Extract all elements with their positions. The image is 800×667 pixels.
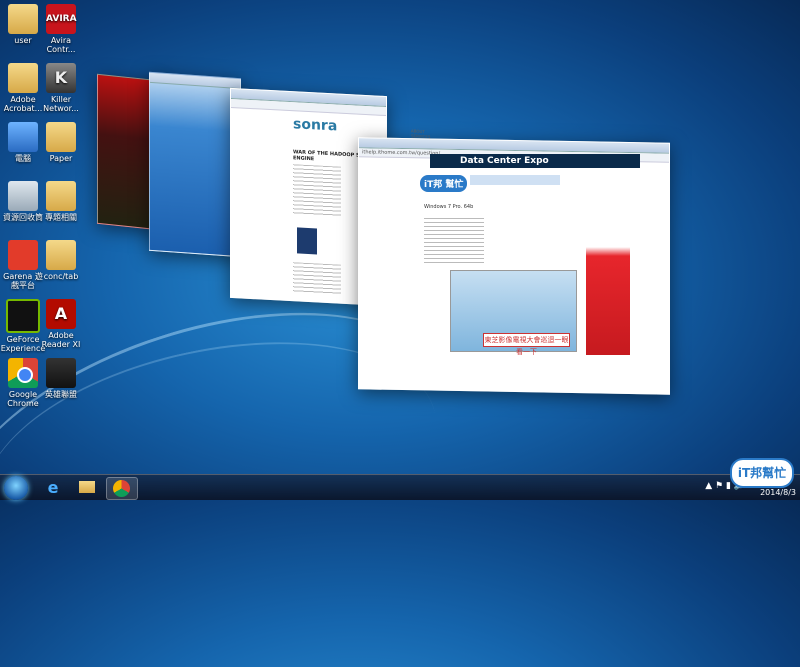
folder-icon (79, 481, 95, 493)
question-text: Windows 7 Pro. 64b (424, 204, 474, 210)
side-advertisement[interactable] (586, 175, 630, 355)
nvidia-icon (6, 299, 40, 333)
game-icon (46, 358, 76, 388)
taskbar: e ▲ ⚑ ▮ 🔊 2014/8/3 (0, 474, 800, 500)
desktop-icon-label: Avira Contr... (46, 36, 76, 54)
site-menu[interactable] (470, 175, 560, 185)
explorer-taskbar-button[interactable] (72, 477, 102, 498)
folder-icon (46, 122, 76, 152)
window-flip-desktop[interactable] (149, 71, 241, 258)
desktop-icon-label: 專題相關 (45, 213, 77, 222)
question-body (424, 218, 484, 263)
window-titlebar[interactable] (150, 72, 240, 90)
article-text (293, 164, 341, 217)
avira-icon: AVIRA (46, 4, 77, 34)
bin-icon (8, 181, 38, 211)
desktop-icon-folder[interactable]: conc/tab (38, 240, 84, 281)
chrome-icon (8, 358, 38, 388)
desktop-icon-label: conc/tab (43, 272, 79, 281)
killer-icon: K (46, 63, 76, 93)
chrome-icon (113, 480, 130, 497)
folder-icon (8, 63, 38, 93)
desktop-icon-label: Paper (49, 154, 73, 163)
desktop-icon-label: Killer Networ... (43, 95, 79, 113)
desktop-icon-killer[interactable]: K Killer Networ... (38, 63, 84, 113)
folder-icon (46, 181, 76, 211)
book-cover (297, 227, 317, 255)
desktop-icon-folder[interactable]: Paper (38, 122, 84, 163)
watermark-logo: iT邦幫忙 (730, 458, 794, 488)
desktop-icon-label: Adobe Reader XI (41, 331, 81, 349)
ithelp-logo[interactable]: iT邦 幫忙 (420, 175, 468, 192)
folder-icon (46, 240, 76, 270)
start-button[interactable] (4, 476, 28, 500)
desktop-icon-folder[interactable]: 專題相關 (38, 181, 84, 222)
image-caption: 東芝影像電視大會巡迴一眼看一下 (483, 333, 570, 356)
pc-icon (8, 122, 38, 152)
desktop-icon-avira[interactable]: AVIRA Avira Contr... (38, 4, 84, 54)
desktop-icon-label: 英雄聯盟 (45, 390, 77, 399)
chrome-taskbar-button[interactable] (106, 477, 138, 500)
expo-banner[interactable]: Data Center Expo (430, 154, 640, 168)
clock-date[interactable]: 2014/8/3 (760, 488, 796, 497)
article-text-2 (293, 262, 341, 295)
acro-icon: A (46, 299, 76, 329)
sonra-logo: sonra (293, 116, 338, 135)
garena-icon (8, 240, 38, 270)
folder-icon (8, 4, 38, 34)
desktop-icon-acro[interactable]: A Adobe Reader XI (38, 299, 84, 349)
desktop-icon-game[interactable]: 英雄聯盟 (38, 358, 84, 399)
ie-taskbar-button[interactable]: e (38, 477, 68, 498)
